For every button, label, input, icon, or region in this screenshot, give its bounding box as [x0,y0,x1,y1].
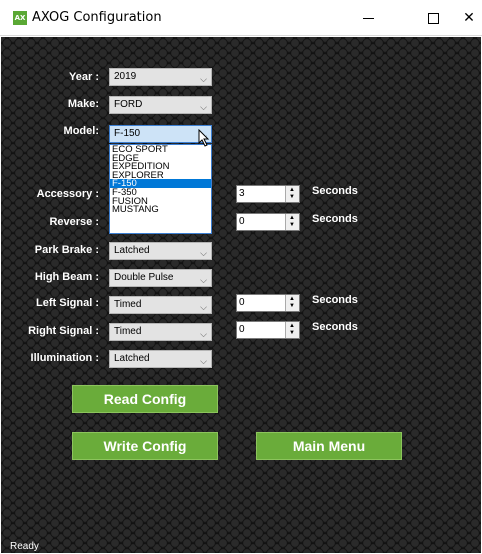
left-signal-unit-label: Seconds [312,294,358,306]
write-config-button[interactable]: Write Config [72,432,218,460]
main-menu-button[interactable]: Main Menu [256,432,402,460]
close-button[interactable]: ✕ [446,0,482,36]
spin-down-icon[interactable]: ▼ [289,303,295,309]
spin-buttons[interactable]: ▲ ▼ [285,214,299,230]
make-value: FORD [114,99,143,110]
chevron-down-icon: ⌵ [200,248,207,258]
left-signal-value: Timed [114,299,142,310]
mouse-pointer-icon [198,129,210,147]
reverse-label: Reverse : [49,216,99,228]
window-title: AXOG Configuration [32,10,162,25]
spin-down-icon[interactable]: ▼ [289,330,295,336]
left-signal-seconds-stepper[interactable]: 0 ▲ ▼ [236,294,300,312]
chevron-down-icon: ⌵ [200,329,207,339]
park-brake-label: Park Brake : [34,244,99,256]
title-bar: AX AXOG Configuration ✕ [0,0,482,36]
park-brake-select[interactable]: Latched ⌵ [109,242,212,260]
illumination-value: Latched [114,353,150,364]
accessory-label: Accessory : [36,188,99,200]
chevron-down-icon: ⌵ [200,74,207,84]
year-select[interactable]: 2019 ⌵ [109,68,212,86]
accessory-seconds-value: 3 [239,188,245,199]
right-signal-unit-label: Seconds [312,321,358,333]
dropdown-option-selected[interactable]: F-150 [110,179,211,188]
left-signal-seconds-value: 0 [239,297,245,308]
right-signal-value: Timed [114,326,142,337]
dropdown-option[interactable]: EDGE [110,154,211,163]
illumination-label: Illumination : [30,352,99,364]
high-beam-label: High Beam : [34,271,99,283]
minimize-icon [362,17,374,19]
left-signal-label: Left Signal : [36,297,99,309]
year-value: 2019 [114,71,137,82]
minimize-button[interactable] [345,0,391,36]
make-select[interactable]: FORD ⌵ [109,96,212,114]
make-label: Make: [67,98,99,110]
illumination-select[interactable]: Latched ⌵ [109,350,212,368]
accessory-unit-label: Seconds [312,185,358,197]
reverse-unit-label: Seconds [312,213,358,225]
reverse-seconds-value: 0 [239,216,245,227]
model-value: F-150 [114,128,141,139]
chevron-down-icon: ⌵ [200,356,207,366]
read-config-button[interactable]: Read Config [72,385,218,413]
dropdown-option[interactable]: ECO SPORT [110,145,211,154]
dropdown-option[interactable]: EXPEDITION [110,162,211,171]
year-label: Year : [69,71,99,83]
dropdown-option[interactable]: MUSTANG [110,205,211,214]
close-icon: ✕ [463,10,475,26]
chevron-down-icon: ⌵ [200,275,207,285]
left-signal-select[interactable]: Timed ⌵ [109,296,212,314]
right-signal-label: Right Signal : [28,325,99,337]
model-dropdown-list[interactable]: ECO SPORT EDGE EXPEDITION EXPLORER F-150… [109,144,212,234]
park-brake-value: Latched [114,245,150,256]
high-beam-select[interactable]: Double Pulse ⌵ [109,269,212,287]
right-signal-seconds-value: 0 [239,324,245,335]
status-bar-text: Ready [10,541,39,552]
spin-up-icon[interactable]: ▲ [289,215,295,221]
spin-buttons[interactable]: ▲ ▼ [285,186,299,202]
chevron-down-icon: ⌵ [200,102,207,112]
model-label: Model: [63,125,99,137]
model-select[interactable]: F-150 ⌵ [109,125,212,143]
high-beam-value: Double Pulse [114,272,174,283]
spin-up-icon[interactable]: ▲ [289,296,295,302]
spin-buttons[interactable]: ▲ ▼ [285,295,299,311]
spin-down-icon[interactable]: ▼ [289,194,295,200]
dropdown-option[interactable]: F-350 [110,188,211,197]
dropdown-option[interactable]: FUSION [110,197,211,206]
accessory-seconds-stepper[interactable]: 3 ▲ ▼ [236,185,300,203]
maximize-icon [427,12,439,24]
reverse-seconds-stepper[interactable]: 0 ▲ ▼ [236,213,300,231]
app-logo-icon: AX [13,11,27,25]
spin-up-icon[interactable]: ▲ [289,187,295,193]
spin-down-icon[interactable]: ▼ [289,222,295,228]
spin-up-icon[interactable]: ▲ [289,323,295,329]
right-signal-select[interactable]: Timed ⌵ [109,323,212,341]
chevron-down-icon: ⌵ [200,302,207,312]
dropdown-option[interactable]: EXPLORER [110,171,211,180]
right-signal-seconds-stepper[interactable]: 0 ▲ ▼ [236,321,300,339]
spin-buttons[interactable]: ▲ ▼ [285,322,299,338]
